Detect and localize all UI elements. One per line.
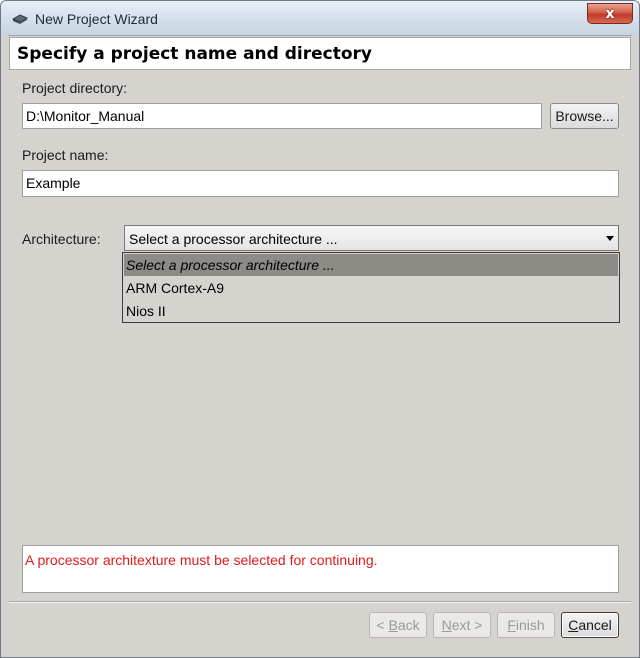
close-button[interactable]: x [587, 3, 633, 24]
architecture-dropdown: Select a processor architecture ... ARM … [122, 252, 620, 323]
validation-message: A processor architexture must be selecte… [25, 552, 378, 568]
next-button[interactable]: Next > [433, 612, 491, 638]
project-name-field[interactable]: Example [22, 170, 619, 197]
cancel-button-label: ancel [578, 617, 612, 633]
wizard-window: New Project Wizard x Specify a project n… [0, 0, 640, 658]
title-bar[interactable]: New Project Wizard x [1, 1, 639, 35]
project-name-label: Project name: [22, 147, 109, 163]
browse-button[interactable]: Browse... [550, 103, 619, 129]
back-button-prefix: < [376, 617, 389, 633]
project-directory-label: Project directory: [22, 80, 128, 96]
close-icon: x [605, 5, 615, 22]
architecture-label: Architecture: [22, 231, 101, 247]
cancel-button-mnemonic: C [568, 617, 579, 633]
message-box: A processor architexture must be selecte… [22, 545, 619, 593]
dropdown-option-nios-ii[interactable]: Nios II [124, 300, 618, 322]
back-button-mnemonic: B [388, 617, 398, 633]
frame-divider [8, 35, 632, 36]
back-button[interactable]: < Back [369, 612, 427, 638]
chip-icon [11, 11, 29, 25]
window-title: New Project Wizard [35, 11, 158, 27]
architecture-select[interactable]: Select a processor architecture ... [124, 225, 619, 251]
finish-button-label: inish [515, 617, 545, 633]
page-title: Specify a project name and directory [17, 44, 372, 64]
dropdown-option-placeholder[interactable]: Select a processor architecture ... [124, 254, 618, 276]
finish-button-mnemonic: F [507, 617, 516, 633]
architecture-selected-value: Select a processor architecture ... [129, 231, 338, 247]
chevron-down-icon[interactable] [606, 236, 614, 241]
project-directory-field[interactable]: D:\Monitor_Manual [22, 103, 542, 129]
finish-button[interactable]: Finish [497, 612, 555, 638]
footer-divider-highlight [9, 602, 631, 603]
next-button-label: ext > [451, 617, 483, 633]
dropdown-option-arm-cortex-a9[interactable]: ARM Cortex-A9 [124, 277, 618, 299]
page-header: Specify a project name and directory [9, 37, 631, 70]
next-button-mnemonic: N [441, 617, 452, 633]
cancel-button[interactable]: Cancel [561, 612, 619, 638]
back-button-label: ack [397, 617, 420, 633]
